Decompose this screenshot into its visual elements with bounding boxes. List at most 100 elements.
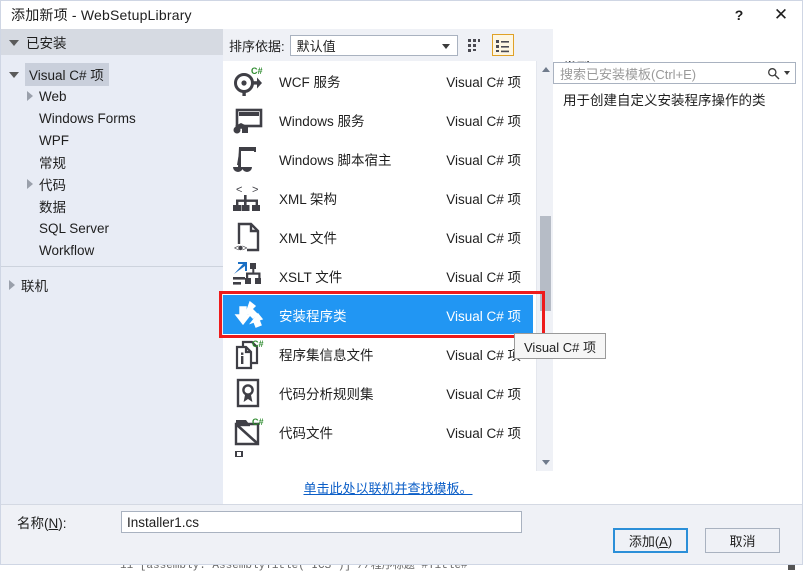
scroll-down-icon[interactable] (537, 454, 554, 471)
sort-toolbar: 排序依据: 默认值 (223, 29, 553, 61)
list-item[interactable]: Windows 服务 Visual C# 项 (223, 100, 533, 139)
list-item-kind: Visual C# 项 (446, 386, 521, 402)
list-item-name: WCF 服务 (279, 74, 341, 90)
chevron-right-icon (9, 280, 15, 290)
list-item[interactable]: C# 代码文件 Visual C# 项 (223, 412, 533, 451)
template-item-scroll: C# WCF 服务 Visual C# 项 Windows 服务 Visual C# 项… (223, 61, 533, 469)
list-item-kind: Visual C# 项 (446, 230, 521, 246)
partial-item-icon (229, 451, 267, 469)
sidebar-item-3[interactable]: Windows Forms (1, 107, 223, 129)
sort-dropdown-value: 默认值 (296, 38, 336, 54)
template-category-tree: Visual C# 项 Web Windows Forms WPF 常规代码数据 SQL … (1, 55, 223, 261)
list-item-name: 程序集信息文件 (279, 347, 374, 363)
list-item[interactable]: C# WCF 服务 Visual C# 项 (223, 61, 533, 100)
list-item-name: 代码文件 (279, 425, 333, 441)
chevron-down-icon (441, 43, 450, 49)
svg-text:C#: C# (252, 417, 264, 427)
list-item[interactable]: Windows 脚本宿主 Visual C# 项 (223, 139, 533, 178)
add-button[interactable]: 添加(A) (613, 528, 688, 553)
chevron-right-icon[interactable] (27, 91, 33, 101)
template-list-scrollbar[interactable] (536, 61, 553, 471)
close-icon[interactable]: ✕ (764, 1, 798, 29)
list-item[interactable]: < > XML 架构 Visual C# 项 (223, 178, 533, 217)
template-kind-tooltip: Visual C# 项 (514, 333, 607, 359)
sidebar-item-8[interactable]: SQL Server (1, 217, 223, 239)
template-item-list[interactable]: C# WCF 服务 Visual C# 项 Windows 服务 Visual C# 项… (223, 61, 553, 471)
installer-class-icon (229, 298, 267, 332)
dialog-body: 已安装 Visual C# 项 Web Windows Forms WPF 常规 代码 数据… (1, 29, 802, 504)
search-input[interactable]: 搜索已安装模板(Ctrl+E) (553, 62, 796, 84)
svg-text:C#: C# (252, 339, 264, 349)
dialog-title: 添加新项 - WebSetupLibrary (11, 7, 192, 23)
list-item-kind: Visual C# 项 (446, 308, 521, 324)
sort-label: 排序依据: (229, 38, 285, 54)
scroll-up-icon[interactable] (537, 61, 554, 78)
sidebar-item-7[interactable]: 数据 (1, 195, 223, 217)
magnifier-icon[interactable] (767, 67, 790, 80)
sidebar-item-label: Visual C# 项 (25, 62, 109, 86)
scrollbar-thumb[interactable] (540, 216, 551, 311)
installed-header-label: 已安装 (26, 36, 67, 51)
sidebar-item-6[interactable]: 代码 (1, 173, 223, 195)
list-item[interactable]: C# 程序集信息文件 Visual C# 项 (223, 334, 533, 373)
list-item[interactable]: < > XML 文件 Visual C# 项 (223, 217, 533, 256)
search-dropdown-caret-icon[interactable] (784, 71, 790, 75)
cancel-button-label: 取消 (729, 534, 756, 549)
svg-text:<: < (236, 184, 242, 196)
sidebar-item-label: 常规 (39, 156, 66, 171)
sort-dropdown[interactable]: 默认值 (289, 34, 458, 56)
list-item[interactable]: 安装程序类 Visual C# 项 (223, 295, 533, 334)
sidebar-item-online[interactable]: 联机 (1, 274, 223, 296)
list-view-icon[interactable] (491, 34, 514, 56)
sidebar-item-label: SQL Server (39, 220, 110, 236)
svg-text:C#: C# (251, 66, 263, 76)
list-item-kind: Visual C# 项 (446, 425, 521, 441)
code-file-icon: C# (229, 415, 267, 449)
svg-text:>: > (242, 243, 247, 253)
expander-open-icon (9, 40, 19, 46)
template-details-pane: 类型: Visual C# 项 用于创建自定义安装程序操作的类 (553, 29, 802, 504)
list-item-kind: Visual C# 项 (446, 152, 521, 168)
dialog-footer: 添加(A) 取消 (1, 524, 802, 558)
dialog-title-bar: 添加新项 - WebSetupLibrary ? ✕ (1, 1, 802, 29)
list-item-kind: Visual C# 项 (446, 74, 521, 90)
list-item-name: XML 文件 (279, 230, 338, 246)
list-item-name: XSLT 文件 (279, 269, 343, 285)
list-item-name: 安装程序类 (279, 308, 347, 324)
chevron-down-icon[interactable] (9, 72, 19, 78)
list-item[interactable]: XSLT 文件 Visual C# 项 (223, 256, 533, 295)
installed-templates-pane: 已安装 Visual C# 项 Web Windows Forms WPF 常规代码数据… (1, 29, 223, 504)
installed-header[interactable]: 已安装 (1, 29, 223, 55)
sidebar-item-5[interactable]: 常规 (1, 151, 223, 173)
wcf-service-icon: C# (229, 64, 267, 98)
help-icon[interactable]: ? (722, 1, 756, 29)
grid-view-icon[interactable] (464, 34, 486, 56)
list-item[interactable]: 代码分析规则集 Visual C# 项 (223, 373, 533, 412)
assembly-info-icon: C# (229, 337, 267, 371)
tooltip-label: Visual C# 项 (524, 339, 597, 355)
find-online-templates-link[interactable]: 单击此处以联机并查找模板。 (303, 478, 472, 497)
sidebar-item-9[interactable]: Workflow (1, 239, 223, 261)
sidebar-item-label: WPF (39, 132, 69, 148)
list-item-name: 代码分析规则集 (279, 386, 374, 402)
list-item-partial[interactable] (223, 451, 533, 469)
online-link-strip: 单击此处以联机并查找模板。 (223, 471, 553, 504)
template-description: 用于创建自定义安装程序操作的类 (563, 93, 766, 108)
cancel-button[interactable]: 取消 (705, 528, 780, 553)
xml-file-icon: < > (229, 220, 267, 254)
windows-service-icon (229, 103, 267, 137)
sidebar-item-label: Workflow (39, 242, 95, 258)
search-placeholder: 搜索已安装模板(Ctrl+E) (560, 66, 697, 82)
list-item-kind: Visual C# 项 (446, 113, 521, 129)
add-new-item-dialog: 添加新项 - WebSetupLibrary ? ✕ 已安装 Visual C#… (0, 0, 803, 565)
svg-text:>: > (252, 184, 258, 196)
sidebar-item-1[interactable]: Visual C# 项 (1, 62, 223, 86)
list-item-name: Windows 服务 (279, 113, 365, 129)
sidebar-item-4[interactable]: WPF (1, 129, 223, 151)
xml-schema-icon: < > (229, 181, 267, 215)
sidebar-item-2[interactable]: Web (1, 85, 223, 107)
chevron-right-icon[interactable] (27, 179, 33, 189)
windows-script-host-icon (229, 142, 267, 176)
sidebar-item-label: 数据 (39, 200, 66, 215)
code-analysis-rule-icon (229, 376, 267, 410)
